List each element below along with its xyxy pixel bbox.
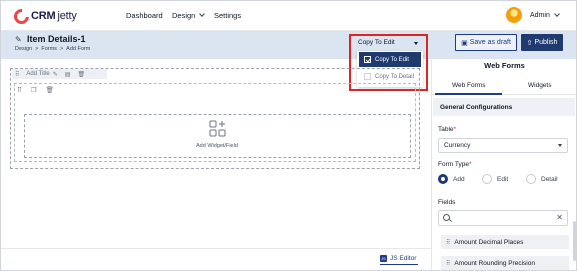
- breadcrumb-add-form: Add Form: [66, 46, 91, 52]
- scrollbar[interactable]: [573, 221, 576, 261]
- table-value: Currency: [444, 142, 471, 149]
- radio-icon: [526, 174, 536, 184]
- radio-detail[interactable]: Detail: [526, 174, 558, 184]
- save-icon: ▣: [461, 39, 468, 47]
- app-window: CRM jetty Dashboard Design Settings Admin…: [0, 0, 577, 271]
- js-editor-button[interactable]: JS JS Editor: [380, 255, 416, 262]
- list-item[interactable]: ⠿ Amount Decimal Places: [441, 235, 569, 249]
- delete-icon[interactable]: 🗑: [77, 71, 85, 78]
- publish-button[interactable]: ⇧ Publish: [521, 34, 563, 51]
- table-select[interactable]: Currency: [438, 138, 568, 153]
- nav-design-label: Design: [172, 11, 196, 20]
- radio-add[interactable]: Add: [438, 174, 482, 184]
- chevron-down-icon: [554, 11, 560, 17]
- drag-handle-icon: ⠿: [446, 260, 451, 267]
- chevron-down-icon: [199, 11, 206, 17]
- add-title-button[interactable]: Add Title ✎: [26, 71, 57, 78]
- radio-label: Add: [453, 175, 465, 183]
- logo-icon: [10, 5, 33, 27]
- nav-settings-label: Settings: [214, 11, 242, 20]
- radio-edit[interactable]: Edit: [482, 174, 526, 184]
- user-menu[interactable]: Admin: [530, 11, 560, 19]
- radio-label: Edit: [497, 175, 509, 183]
- nav-settings[interactable]: Settings: [214, 11, 241, 20]
- drag-handle-icon[interactable]: ⠿: [15, 71, 19, 78]
- panel-title: Web Forms: [484, 61, 525, 70]
- radio-label: Detail: [541, 175, 558, 183]
- column-toolbar: ⠿ ❐ 🗑: [17, 86, 54, 94]
- breadcrumb-separator: >: [35, 46, 39, 52]
- drag-handle-icon: ⠿: [446, 239, 451, 246]
- user-name: Admin: [530, 12, 550, 19]
- field-name: Amount Decimal Places: [454, 238, 524, 246]
- radio-selected-icon: [438, 174, 448, 184]
- save-draft-button[interactable]: ▣ Save as draft: [455, 34, 517, 51]
- section-header: General Configurations: [433, 98, 575, 116]
- breadcrumb-design[interactable]: Design: [15, 46, 32, 52]
- breadcrumb-separator: >: [59, 46, 64, 52]
- pencil-icon: ✎: [52, 71, 58, 78]
- breadcrumb: Design > Forms > Add Form: [15, 46, 90, 52]
- caret-down-icon: [558, 144, 562, 147]
- add-widget-label: Add Widget/Field: [196, 143, 238, 149]
- page-title: Item Details-1: [27, 34, 86, 44]
- avatar[interactable]: [506, 7, 522, 23]
- breadcrumb-forms[interactable]: Forms: [41, 46, 57, 52]
- tab-web-forms[interactable]: Web Forms: [452, 82, 485, 89]
- table-label: Table*: [438, 126, 457, 133]
- copy-icon[interactable]: ❐: [31, 86, 37, 94]
- nav-dashboard-label: Dashboard: [126, 11, 163, 20]
- js-editor-label: JS Editor: [390, 255, 417, 262]
- tab-widgets[interactable]: Widgets: [528, 82, 551, 89]
- nav-dashboard[interactable]: Dashboard: [126, 11, 163, 20]
- radio-icon: [482, 174, 492, 184]
- field-name: Amount Rounding Precision: [454, 259, 535, 267]
- logo[interactable]: CRM jetty: [10, 5, 77, 27]
- pencil-icon[interactable]: ✎: [15, 35, 22, 44]
- add-title-label: Add Title: [26, 71, 50, 77]
- active-tab-indicator: [435, 93, 502, 95]
- fields-label: Fields: [438, 199, 456, 206]
- section-toolbar: ⠿ Add Title ✎ ▤ 🗑: [12, 69, 107, 79]
- form-type-radio-group: Add Edit Detail: [438, 174, 558, 184]
- upload-icon: ⇧: [526, 39, 533, 47]
- top-nav: CRM jetty Dashboard Design Settings Admin: [1, 1, 576, 31]
- nav-design[interactable]: Design: [172, 11, 206, 20]
- list-item[interactable]: ⠿ Amount Rounding Precision: [441, 256, 569, 270]
- publish-label: Publish: [534, 39, 558, 46]
- divider: [380, 264, 418, 265]
- code-icon: JS: [380, 255, 387, 262]
- delete-icon[interactable]: 🗑: [46, 86, 54, 94]
- form-type-label: Form Type*: [438, 161, 472, 168]
- add-widget-icon[interactable]: [209, 120, 226, 137]
- logo-text-2: jetty: [57, 10, 77, 22]
- drag-handle-icon[interactable]: ⠿: [17, 86, 22, 94]
- logo-text: CRM: [31, 10, 56, 22]
- divider: [1, 248, 431, 249]
- search-icon: [443, 214, 450, 221]
- close-icon[interactable]: ✕: [556, 213, 563, 222]
- layout-icon[interactable]: ▤: [65, 71, 71, 78]
- fields-search-input[interactable]: ✕: [438, 210, 568, 226]
- save-draft-label: Save as draft: [469, 39, 511, 46]
